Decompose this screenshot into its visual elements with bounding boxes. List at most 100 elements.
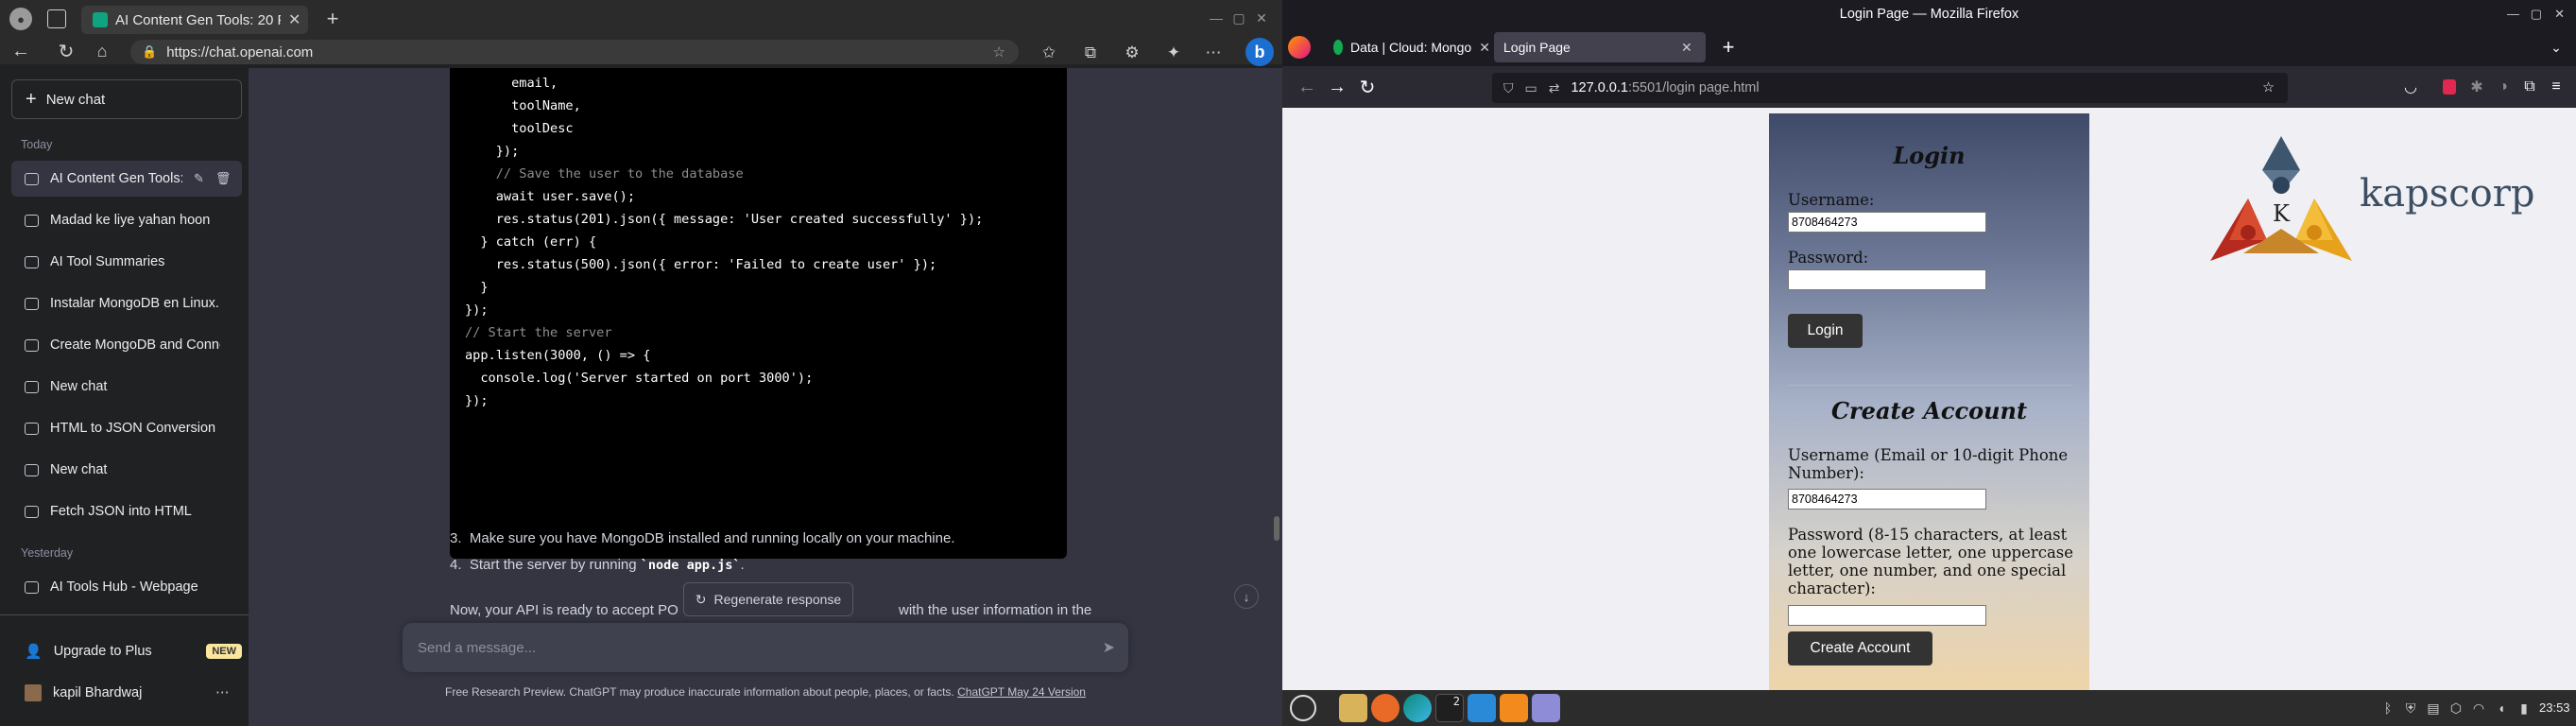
chat-icon xyxy=(25,297,39,310)
sidebar-item-new-chat-2[interactable]: New chat xyxy=(11,452,242,488)
pocket-icon[interactable]: ◡ xyxy=(2399,76,2422,98)
sidebar-item-ai-content-gen[interactable]: AI Content Gen Tools: 2 ✎ 🗑 xyxy=(11,161,242,197)
create-account-button[interactable]: Create Account xyxy=(1788,631,1932,666)
extension-2-icon[interactable]: ◑ xyxy=(2492,76,2515,98)
volume-icon[interactable]: ◖ xyxy=(2492,698,2511,718)
firefox-view-icon[interactable] xyxy=(1288,36,1311,59)
regenerate-response-button[interactable]: ↻ Regenerate response xyxy=(683,582,853,616)
tab-login-page[interactable]: Login Page ✕ xyxy=(1494,32,1706,62)
close-icon[interactable]: ✕ xyxy=(288,10,301,29)
left-tab-active[interactable]: AI Content Gen Tools: 20 Pop ✕ xyxy=(81,6,308,34)
sidebar-item-create-mongodb[interactable]: Create MongoDB and Connect xyxy=(11,327,242,363)
minimize-icon[interactable]: — xyxy=(2507,0,2519,28)
code-line: } catch (err) { xyxy=(465,234,597,250)
firefox-url-field[interactable]: ⛉ ▭ ⇄ 127.0.0.1:5501/login page.html ☆ xyxy=(1492,73,2288,103)
new-chat-button[interactable]: + New chat xyxy=(11,79,242,119)
scroll-down-icon[interactable]: ↓ xyxy=(1234,584,1259,609)
new-tab-icon[interactable]: + xyxy=(1717,35,1740,59)
back-icon[interactable]: ← xyxy=(1296,76,1318,98)
reload-icon[interactable]: ↻ xyxy=(1356,76,1379,98)
clipboard-icon[interactable]: ▤ xyxy=(2424,698,2443,718)
ca-username-input[interactable]: 8708464273 xyxy=(1788,489,1986,510)
send-icon[interactable]: ➤ xyxy=(1103,638,1115,657)
network-icon[interactable]: ⬡ xyxy=(2447,698,2465,718)
today-label: Today xyxy=(21,138,53,151)
profile-icon[interactable]: ● xyxy=(9,8,32,30)
list-tabs-icon[interactable]: ⌄ xyxy=(2545,36,2567,59)
sidebar-item-label: Madad ke liye yahan hoon xyxy=(50,213,211,228)
delete-icon[interactable]: 🗑 xyxy=(215,171,232,186)
clock[interactable]: 23:53 xyxy=(2539,700,2570,715)
sidebar-item-madad[interactable]: Madad ke liye yahan hoon xyxy=(11,202,242,238)
username-input[interactable]: 8708464273 xyxy=(1788,212,1986,233)
ca-password-input[interactable] xyxy=(1788,605,1986,626)
close-icon[interactable]: ✕ xyxy=(1479,40,1490,56)
version-link[interactable]: ChatGPT May 24 Version xyxy=(957,685,1086,699)
menu-start-icon[interactable] xyxy=(1290,695,1316,721)
home-icon[interactable]: ⌂ xyxy=(91,40,113,62)
sidebar-item-new-chat-1[interactable]: New chat xyxy=(11,369,242,405)
edge-dev-icon[interactable] xyxy=(1403,694,1432,722)
extension-icon[interactable]: ⚙ xyxy=(1121,42,1143,64)
bookmark-star-icon[interactable]: ☆ xyxy=(2262,80,2275,95)
favorite-star-icon[interactable]: ☆ xyxy=(993,43,1005,60)
maximize-icon[interactable]: ▢ xyxy=(1228,8,1249,28)
close-icon[interactable]: ✕ xyxy=(1681,40,1692,56)
new-badge: NEW xyxy=(206,644,242,659)
sidebar-item-ai-tool-summaries[interactable]: AI Tool Summaries xyxy=(11,244,242,280)
menu-icon[interactable]: ≡ xyxy=(2545,76,2567,98)
extension-red-icon[interactable] xyxy=(2443,79,2456,95)
maximize-icon[interactable]: ▢ xyxy=(2531,0,2542,28)
answer-paragraph-left: Now, your API is ready to accept PO xyxy=(450,602,678,618)
chat-icon xyxy=(25,505,39,518)
forward-icon[interactable]: → xyxy=(1326,76,1348,98)
window-close-icon[interactable]: ✕ xyxy=(2554,0,2565,28)
extension-icon[interactable]: ✱ xyxy=(2465,76,2488,98)
reload-icon[interactable]: ↻ xyxy=(55,40,77,62)
back-icon[interactable]: ← xyxy=(9,40,32,62)
user-menu[interactable]: kapil Bhardwaj ⋯ xyxy=(11,675,242,711)
favorites-icon[interactable]: ✩ xyxy=(1038,42,1060,64)
sidebar-item-ai-tools-hub[interactable]: AI Tools Hub - Webpage xyxy=(11,569,242,605)
new-tab-icon[interactable]: + xyxy=(321,7,344,30)
updates-icon[interactable]: ⛨ xyxy=(2401,698,2420,718)
collections-icon[interactable]: ⧉ xyxy=(1079,42,1102,64)
firefox-icon[interactable] xyxy=(1371,694,1400,722)
extensions-puzzle-icon[interactable]: ⧉ xyxy=(2518,76,2541,98)
code-line: } xyxy=(465,280,489,295)
bing-icon[interactable]: b xyxy=(1245,38,1274,66)
message-input[interactable]: Send a message... ➤ xyxy=(403,623,1128,672)
more-icon[interactable]: ⋯ xyxy=(1202,42,1225,64)
wifi-icon[interactable]: ◠ xyxy=(2469,698,2488,718)
upgrade-button[interactable]: 👤 Upgrade to Plus NEW xyxy=(11,633,242,669)
minimize-icon[interactable]: — xyxy=(1206,8,1227,28)
more-icon[interactable]: ⋯ xyxy=(215,685,230,700)
step-4: 4. Start the server by running `node app… xyxy=(450,557,745,573)
puzzle-icon[interactable]: ✦ xyxy=(1162,42,1185,64)
battery-icon[interactable]: ▮ xyxy=(2515,698,2533,718)
firefox-tab-strip: Data | Cloud: MongoDB Clo ✕ Login Page ✕… xyxy=(1282,28,2576,66)
code-line: // Save the user to the database xyxy=(465,166,744,182)
password-input[interactable] xyxy=(1788,269,1986,290)
answer-paragraph-right: with the user information in the xyxy=(899,602,1092,618)
code-line: }); xyxy=(465,302,489,318)
tab-mongodb[interactable]: Data | Cloud: MongoDB Clo ✕ xyxy=(1324,32,1490,62)
sidebar-item-fetch-json[interactable]: Fetch JSON into HTML xyxy=(11,493,242,529)
files-icon[interactable] xyxy=(1339,694,1367,722)
window-close-icon[interactable]: ✕ xyxy=(1251,8,1272,28)
sidebar-item-html-to-json[interactable]: HTML to JSON Conversion xyxy=(11,410,242,446)
chat-icon xyxy=(25,463,39,476)
left-url-field[interactable]: 🔒 https://chat.openai.com ☆ xyxy=(130,40,1019,64)
scrollbar[interactable] xyxy=(1274,516,1279,541)
app-icon[interactable] xyxy=(1532,694,1560,722)
terminal-icon[interactable]: 2 xyxy=(1435,694,1464,722)
sublime-icon[interactable] xyxy=(1500,694,1528,722)
tab-actions-icon[interactable] xyxy=(47,9,66,28)
edit-icon[interactable]: ✎ xyxy=(194,171,204,186)
step-number: 3. xyxy=(450,530,462,546)
bluetooth-icon[interactable]: ᛒ xyxy=(2379,698,2397,718)
login-button[interactable]: Login xyxy=(1788,314,1863,348)
sidebar-item-instalar-mongodb[interactable]: Instalar MongoDB en Linux. xyxy=(11,285,242,321)
code-line: console.log('Server started on port 3000… xyxy=(465,371,814,386)
vscode-icon[interactable] xyxy=(1468,694,1496,722)
